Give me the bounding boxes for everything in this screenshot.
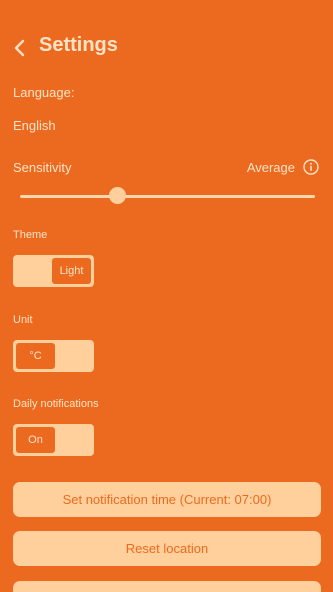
theme-label: Theme: [13, 229, 48, 241]
daily-notifications-toggle[interactable]: On: [13, 424, 94, 456]
theme-toggle[interactable]: Light: [13, 255, 94, 287]
slider-thumb[interactable]: [109, 187, 127, 204]
language-value[interactable]: English: [13, 118, 56, 133]
theme-selected-option[interactable]: Light: [52, 258, 91, 284]
daily-notifications-label: Daily notifications: [13, 398, 99, 410]
unit-toggle[interactable]: °C: [13, 340, 94, 372]
unit-selected-option[interactable]: °C: [16, 343, 55, 369]
notifications-selected-option[interactable]: On: [16, 427, 55, 453]
chevron-left-icon: [14, 39, 25, 57]
back-button[interactable]: [10, 36, 30, 60]
header: Settings: [0, 0, 333, 90]
settings-screen: Settings Language: English Sensitivity A…: [0, 0, 333, 592]
language-label: Language:: [13, 85, 75, 100]
info-icon[interactable]: [303, 159, 319, 175]
sensitivity-value: Average: [246, 160, 295, 175]
sensitivity-label: Sensitivity: [13, 160, 72, 175]
page-title: Settings: [39, 34, 118, 56]
slider-track: [20, 195, 315, 198]
reset-location-button[interactable]: Reset location: [13, 531, 321, 566]
partial-button[interactable]: [13, 581, 321, 592]
sensitivity-slider[interactable]: [20, 187, 315, 207]
set-notification-time-button[interactable]: Set notification time (Current: 07:00): [13, 482, 321, 517]
unit-label: Unit: [13, 314, 33, 326]
